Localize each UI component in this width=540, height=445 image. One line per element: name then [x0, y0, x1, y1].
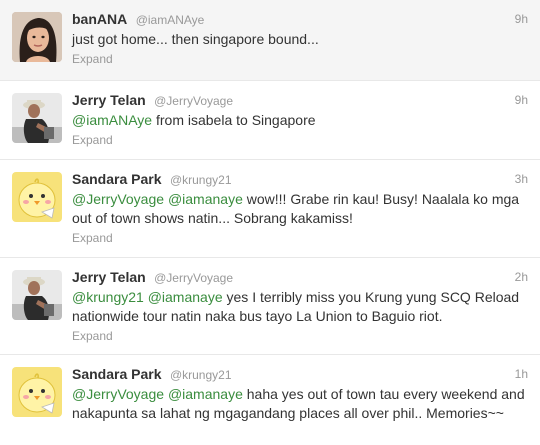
user-name[interactable]: Jerry Telan — [72, 269, 146, 285]
tweet-text: @krungy21 @iamanaye yes I terribly miss … — [72, 288, 528, 326]
timestamp[interactable]: 1h — [515, 365, 528, 383]
tweet-content: banANA @iamANAye 9h just got home... the… — [72, 10, 528, 66]
user-name[interactable]: Jerry Telan — [72, 92, 146, 108]
yellow-chick-icon — [12, 172, 62, 222]
mention-link[interactable]: @JerryVoyage — [72, 386, 164, 402]
user-name[interactable]: Sandara Park — [72, 171, 162, 187]
expand-link[interactable]: Expand — [72, 329, 528, 343]
man-with-hat-icon — [12, 93, 62, 143]
avatar[interactable] — [12, 270, 62, 320]
tweet-text: @iamANAye from isabela to Singapore — [72, 111, 528, 130]
avatar[interactable] — [12, 172, 62, 222]
tweet-text: @JerryVoyage @iamanaye haha yes out of t… — [72, 385, 528, 423]
tweet-text: @JerryVoyage @iamanaye wow!!! Grabe rin … — [72, 190, 528, 228]
expand-link[interactable]: Expand — [72, 133, 528, 147]
tweet-item[interactable]: Jerry Telan @JerryVoyage 9h @iamANAye fr… — [0, 81, 540, 160]
expand-link[interactable]: Expand — [72, 52, 528, 66]
user-name[interactable]: Sandara Park — [72, 366, 162, 382]
user-handle[interactable]: @JerryVoyage — [154, 94, 233, 108]
tweet-header: banANA @iamANAye 9h — [72, 10, 528, 28]
tweet-header: Sandara Park @krungy21 1h — [72, 365, 528, 383]
avatar[interactable] — [12, 367, 62, 417]
mention-link[interactable]: @JerryVoyage — [72, 191, 164, 207]
user-handle[interactable]: @krungy21 — [170, 173, 232, 187]
mention-link[interactable]: @iamanaye — [168, 191, 243, 207]
tweet-body: just got home... then singapore bound... — [72, 31, 319, 47]
timestamp[interactable]: 2h — [515, 268, 528, 286]
man-with-hat-icon — [12, 270, 62, 320]
tweet-item[interactable]: Jerry Telan @JerryVoyage 2h @krungy21 @i… — [0, 258, 540, 355]
woman-portrait-icon — [12, 12, 62, 62]
tweet-body: from isabela to Singapore — [155, 112, 316, 128]
timestamp[interactable]: 3h — [515, 170, 528, 188]
timestamp[interactable]: 9h — [515, 91, 528, 109]
tweet-header: Sandara Park @krungy21 3h — [72, 170, 528, 188]
expand-link[interactable]: Expand — [72, 231, 528, 245]
user-name[interactable]: banANA — [72, 11, 127, 27]
mention-link[interactable]: @iamanaye — [148, 289, 223, 305]
tweet-item[interactable]: banANA @iamANAye 9h just got home... the… — [0, 0, 540, 81]
tweet-content: Jerry Telan @JerryVoyage 9h @iamANAye fr… — [72, 91, 528, 147]
mention-link[interactable]: @krungy21 — [72, 289, 144, 305]
tweet-content: Sandara Park @krungy21 3h @JerryVoyage @… — [72, 170, 528, 245]
tweet-text: just got home... then singapore bound... — [72, 30, 528, 49]
tweet-item[interactable]: Sandara Park @krungy21 1h @JerryVoyage @… — [0, 355, 540, 445]
tweet-feed: banANA @iamANAye 9h just got home... the… — [0, 0, 540, 445]
tweet-header: Jerry Telan @JerryVoyage 9h — [72, 91, 528, 109]
tweet-content: Sandara Park @krungy21 1h @JerryVoyage @… — [72, 365, 528, 423]
avatar[interactable] — [12, 12, 62, 62]
user-handle[interactable]: @iamANAye — [136, 13, 205, 27]
tweet-item[interactable]: Sandara Park @krungy21 3h @JerryVoyage @… — [0, 160, 540, 258]
mention-link[interactable]: @iamANAye — [72, 112, 152, 128]
user-handle[interactable]: @krungy21 — [170, 368, 232, 382]
avatar[interactable] — [12, 93, 62, 143]
user-handle[interactable]: @JerryVoyage — [154, 271, 233, 285]
yellow-chick-icon — [12, 367, 62, 417]
tweet-content: Jerry Telan @JerryVoyage 2h @krungy21 @i… — [72, 268, 528, 343]
timestamp[interactable]: 9h — [515, 10, 528, 28]
mention-link[interactable]: @iamanaye — [168, 386, 243, 402]
tweet-header: Jerry Telan @JerryVoyage 2h — [72, 268, 528, 286]
